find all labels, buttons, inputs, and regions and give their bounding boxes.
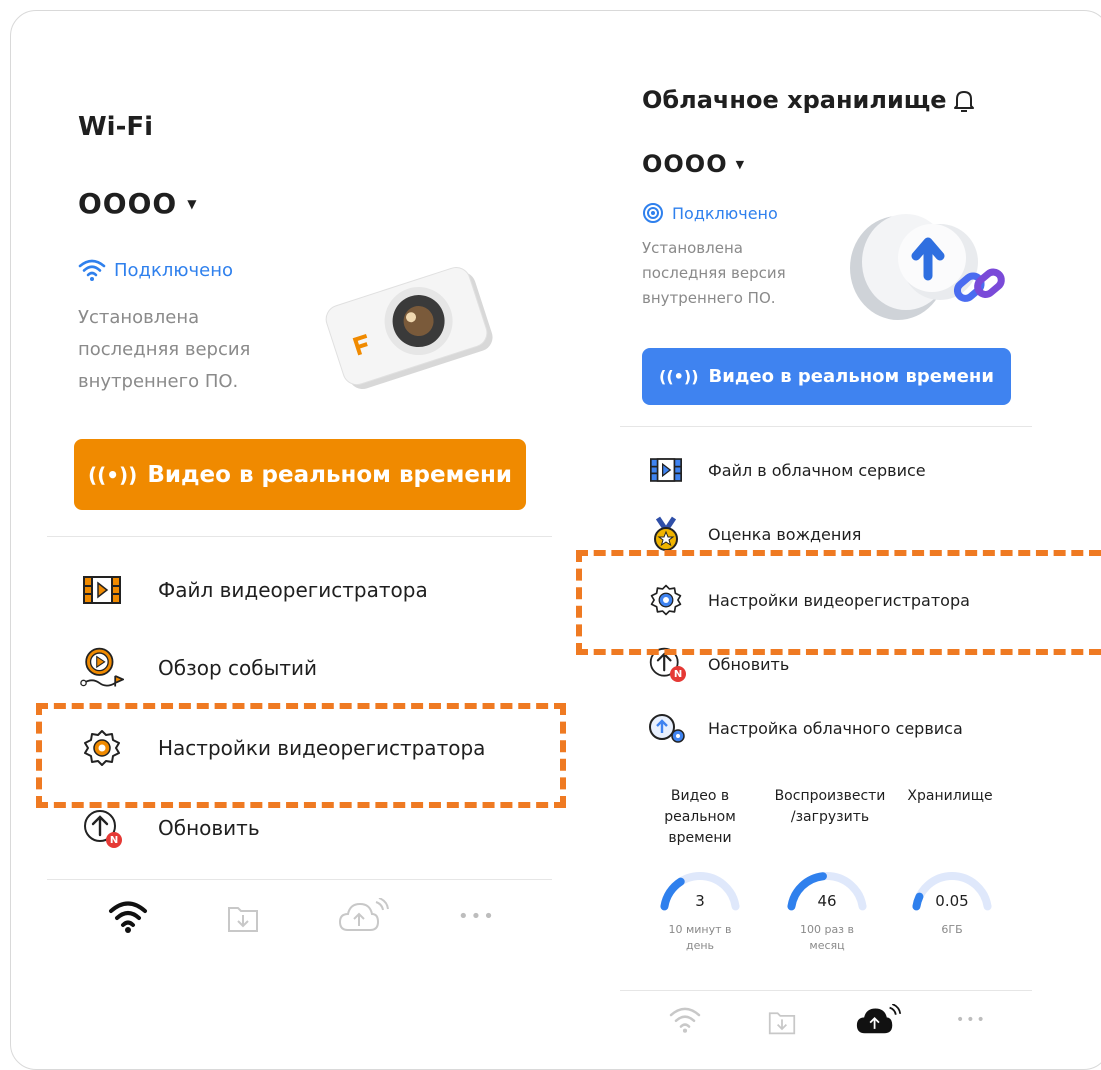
stat-head-line: времени (668, 830, 732, 846)
medal-icon (646, 514, 686, 554)
wifi-icon (669, 1007, 701, 1033)
right-firmware-info: Установлена последняя версия внутреннего… (642, 236, 786, 311)
right-connection-status: Подключено (642, 202, 778, 224)
left-firmware-line2: последняя версия (78, 339, 251, 360)
gauge-caption-line: 10 минут в (668, 923, 732, 936)
right-page-title: Облачное хранилище (642, 86, 947, 114)
left-divider-bottom (47, 879, 552, 880)
left-status-text: Подключено (114, 259, 234, 281)
bell-icon (954, 91, 974, 112)
left-nav-more[interactable]: ••• (458, 906, 496, 927)
broadcast-icon: ((•)) (659, 367, 699, 386)
film-file-icon (80, 568, 124, 612)
new-badge: N (670, 666, 686, 682)
cloud-signal-icon (643, 203, 663, 223)
right-live-video-label: Видео в реальном времени (708, 366, 994, 387)
left-firmware-line1: Установлена (78, 307, 200, 328)
left-menu-item-update[interactable]: N Обновить (80, 806, 260, 850)
left-firmware-info: Установлена последняя версия внутреннего… (78, 302, 250, 398)
right-status-text: Подключено (672, 203, 778, 223)
usage-gauges (660, 872, 992, 911)
cloud-upload-icon (856, 1003, 902, 1034)
left-menu-label: Обновить (158, 816, 260, 840)
right-firmware-line3: внутреннего ПО. (642, 289, 776, 307)
gauge-caption-line: день (685, 939, 715, 952)
stat-head-live: Видео в реальном времени (645, 786, 755, 849)
right-header: Облачное хранилище (642, 86, 947, 114)
gauge-value-storage: 0.05 (935, 892, 969, 910)
stat-head-storage: Хранилище (895, 786, 1005, 807)
right-menu-item-cloud-file[interactable]: Файл в облачном сервисе (646, 450, 926, 490)
right-menu-item-cloud-settings[interactable]: Настройка облачного сервиса (646, 708, 963, 748)
left-nav-wifi[interactable] (108, 900, 148, 938)
right-menu-label: Обновить (708, 654, 790, 674)
download-folder-icon (768, 1012, 796, 1035)
left-connection-status: Подключено (78, 259, 233, 281)
right-live-video-button[interactable]: ((•)) Видео в реальном времени (642, 348, 1011, 405)
left-live-video-label: Видео в реальном времени (147, 461, 513, 488)
gauge-caption-line: месяц (809, 939, 845, 952)
left-divider-top (47, 536, 552, 537)
left-page-title: Wi-Fi (78, 112, 154, 142)
stat-head-line: реальном (664, 809, 736, 825)
gauge-caption-playback: 100 раз в месяц (777, 922, 877, 954)
right-nav-download[interactable] (767, 1008, 797, 1040)
update-arrow-icon: N (80, 806, 124, 850)
right-menu-label: Оценка вождения (708, 524, 862, 544)
stat-head-line: Воспроизвести (774, 788, 886, 804)
right-divider-bottom (620, 990, 1032, 991)
stat-head-line: Видео в (670, 788, 730, 804)
gauge-caption-storage: 6ГБ (902, 922, 1002, 938)
right-menu-label: Файл в облачном сервисе (708, 460, 926, 480)
right-nav-wifi[interactable] (668, 1006, 702, 1038)
highlight-dashed-box-left (36, 703, 566, 808)
cloud-settings-icon (646, 708, 686, 748)
film-file-icon (646, 450, 686, 490)
wifi-icon (109, 901, 147, 933)
gauge-value-live: 3 (695, 892, 705, 910)
left-firmware-line3: внутреннего ПО. (78, 371, 239, 392)
left-menu-label: Обзор событий (158, 656, 318, 680)
left-device-name: OOOO (78, 187, 178, 220)
right-menu-item-driving-score[interactable]: Оценка вождения (646, 514, 861, 554)
right-device-name: OOOO (642, 150, 728, 178)
more-icon: ••• (458, 906, 496, 927)
cloud-link-illustration (850, 214, 1005, 320)
right-notification-button[interactable] (953, 88, 975, 118)
left-nav-cloud[interactable] (338, 897, 390, 938)
right-device-selector[interactable]: OOOO ▼ (642, 150, 744, 178)
stat-head-line: /загрузить (790, 809, 870, 825)
stat-head-line: Хранилище (907, 788, 993, 804)
left-menu-item-event-review[interactable]: Обзор событий (80, 646, 317, 690)
broadcast-icon: ((•)) (87, 462, 138, 487)
right-divider-top (620, 426, 1032, 427)
event-play-icon (80, 646, 124, 690)
stat-head-playback: Воспроизвести /загрузить (770, 786, 890, 828)
gauge-caption-line: 100 раз в (799, 923, 855, 936)
cloud-upload-icon (338, 897, 389, 931)
left-device-selector[interactable]: OOOO ▼ (78, 187, 196, 220)
more-icon: ••• (956, 1012, 987, 1028)
right-firmware-line2: последняя версия (642, 264, 786, 282)
gauge-caption-live: 10 минут в день (650, 922, 750, 954)
chevron-down-icon: ▼ (187, 196, 197, 211)
chevron-down-icon: ▼ (735, 157, 745, 171)
right-nav-cloud[interactable] (856, 1003, 902, 1040)
gauge-caption-line: 6ГБ (941, 923, 963, 936)
download-folder-icon (228, 907, 258, 932)
right-nav-more[interactable]: ••• (956, 1012, 987, 1028)
right-firmware-line1: Установлена (642, 239, 743, 257)
left-menu-item-dashcam-file[interactable]: Файл видеорегистратора (80, 568, 428, 612)
gauge-value-playback: 46 (817, 892, 837, 910)
left-live-video-button[interactable]: ((•)) Видео в реальном времени (74, 439, 526, 510)
wifi-icon (78, 259, 106, 281)
right-menu-label: Настройка облачного сервиса (708, 718, 963, 738)
left-nav-download[interactable] (226, 902, 260, 938)
left-menu-label: Файл видеорегистратора (158, 578, 428, 602)
new-badge: N (106, 832, 122, 848)
highlight-dashed-box-right (576, 550, 1101, 655)
dashcam-device-illustration (325, 266, 493, 390)
